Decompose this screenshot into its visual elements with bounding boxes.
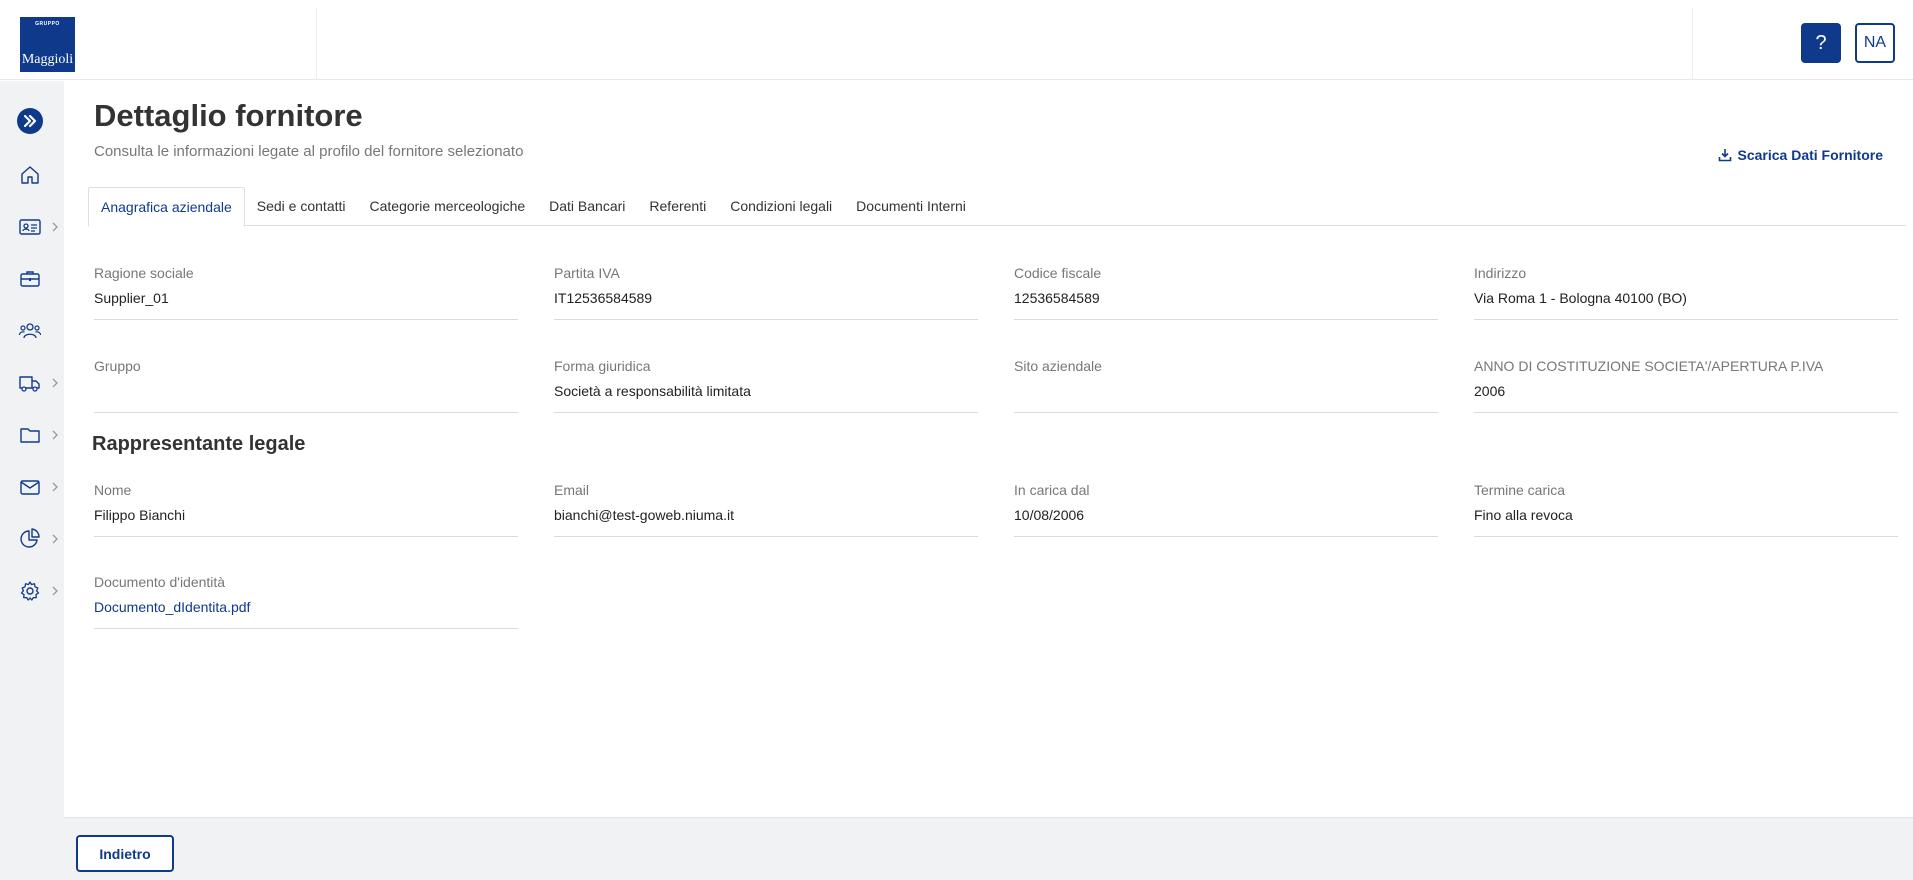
- logo-small-text: GRUPPO: [35, 21, 60, 27]
- tab-documenti-interni[interactable]: Documenti Interni: [844, 187, 978, 226]
- tab-dati-bancari[interactable]: Dati Bancari: [537, 187, 637, 226]
- sidebar-item-home[interactable]: [0, 155, 64, 195]
- field-value: Fino alla revoca: [1474, 507, 1573, 523]
- logo-big-text: Maggioli: [21, 52, 74, 67]
- chevron-right-icon: [52, 430, 58, 440]
- field-value: Filippo Bianchi: [94, 507, 186, 523]
- chevron-right-icon: [52, 222, 58, 232]
- sidebar-item-report[interactable]: [0, 519, 64, 559]
- sidebar: [0, 81, 64, 880]
- field-value: Supplier_01: [94, 290, 169, 306]
- id-card-icon: [19, 219, 41, 235]
- field-anno-costituzione: ANNO DI COSTITUZIONE SOCIETA'/APERTURA P…: [1474, 358, 1898, 413]
- field-label: Gruppo: [94, 358, 141, 374]
- header-divider: [316, 8, 317, 80]
- field-label: Indirizzo: [1474, 265, 1527, 281]
- field-nome: Nome Filippo Bianchi: [94, 482, 518, 537]
- pie-chart-icon: [20, 528, 40, 548]
- field-label: Termine carica: [1474, 482, 1566, 498]
- field-sito-aziendale: Sito aziendale: [1014, 358, 1438, 413]
- download-supplier-data-button[interactable]: Scarica Dati Fornitore: [1718, 147, 1884, 163]
- folder-icon: [20, 428, 40, 443]
- sidebar-item-anagrafica[interactable]: [0, 207, 64, 247]
- field-gruppo: Gruppo: [94, 358, 518, 413]
- maggioli-logo[interactable]: GRUPPO Maggioli: [20, 17, 75, 72]
- chevron-right-icon: [52, 534, 58, 544]
- field-label: Email: [554, 482, 590, 498]
- download-icon: [1718, 149, 1731, 162]
- mail-icon: [20, 480, 40, 495]
- field-label: Forma giuridica: [554, 358, 651, 374]
- briefcase-icon: [20, 271, 40, 287]
- field-value: 10/08/2006: [1014, 507, 1085, 523]
- page-title: Dettaglio fornitore: [94, 98, 363, 133]
- field-in-carica-dal: In carica dal 10/08/2006: [1014, 482, 1438, 537]
- field-value: bianchi@test-goweb.niuma.it: [554, 507, 734, 523]
- field-label: Sito aziendale: [1014, 358, 1102, 374]
- field-label: Codice fiscale: [1014, 265, 1102, 281]
- field-label: Partita IVA: [554, 265, 620, 281]
- field-value: Via Roma 1 - Bologna 40100 (BO): [1474, 290, 1687, 306]
- back-button[interactable]: Indietro: [76, 835, 174, 872]
- main-content: Dettaglio fornitore Consulta le informaz…: [64, 81, 1913, 817]
- field-label: ANNO DI COSTITUZIONE SOCIETA'/APERTURA P…: [1474, 358, 1824, 374]
- field-label: Nome: [94, 482, 132, 498]
- home-icon: [21, 166, 39, 184]
- field-value: Società a responsabilità limitata: [554, 383, 751, 399]
- page-subtitle: Consulta le informazioni legate al profi…: [94, 143, 524, 160]
- document-link[interactable]: Documento_dIdentita.pdf: [94, 599, 250, 615]
- field-value: 12536584589: [1014, 290, 1100, 306]
- sidebar-item-gare[interactable]: [0, 259, 64, 299]
- chevron-right-icon: [52, 586, 58, 596]
- sidebar-item-messaggi[interactable]: [0, 467, 64, 507]
- top-header: GRUPPO Maggioli ? NA: [0, 0, 1913, 80]
- chevron-right-icon: [52, 378, 58, 388]
- field-codice-fiscale: Codice fiscale 12536584589: [1014, 265, 1438, 320]
- sidebar-item-impostazioni[interactable]: [0, 571, 64, 611]
- section-title-rappresentante-legale: Rappresentante legale: [92, 433, 306, 455]
- header-divider: [1692, 8, 1693, 80]
- field-ragione-sociale: Ragione sociale Supplier_01: [94, 265, 518, 320]
- field-forma-giuridica: Forma giuridica Società a responsabilità…: [554, 358, 978, 413]
- chevron-right-icon: [52, 482, 58, 492]
- tab-referenti[interactable]: Referenti: [637, 187, 718, 226]
- sidebar-item-documenti[interactable]: [0, 415, 64, 455]
- field-termine-carica: Termine carica Fino alla revoca: [1474, 482, 1898, 537]
- tab-sedi-e-contatti[interactable]: Sedi e contatti: [245, 187, 358, 226]
- field-partita-iva: Partita IVA IT12536584589: [554, 265, 978, 320]
- double-chevron-right-icon: [23, 114, 37, 128]
- download-label: Scarica Dati Fornitore: [1737, 147, 1884, 163]
- footer-bar: Indietro: [64, 817, 1913, 880]
- sidebar-expand-button[interactable]: [17, 108, 43, 134]
- gear-icon: [20, 581, 40, 601]
- sidebar-item-utenti[interactable]: [0, 311, 64, 351]
- field-label: Ragione sociale: [94, 265, 194, 281]
- users-icon: [18, 323, 42, 339]
- user-avatar-button[interactable]: NA: [1855, 23, 1895, 63]
- truck-icon: [19, 376, 40, 392]
- field-label: Documento d'identità: [94, 574, 226, 590]
- tab-condizioni-legali[interactable]: Condizioni legali: [718, 187, 844, 226]
- field-label: In carica dal: [1014, 482, 1090, 498]
- field-value: 2006: [1474, 383, 1506, 399]
- field-email: Email bianchi@test-goweb.niuma.it: [554, 482, 978, 537]
- field-value: IT12536584589: [554, 290, 653, 306]
- field-documento-identita: Documento d'identità Documento_dIdentita…: [94, 574, 518, 629]
- tab-bar: Anagrafica aziendale Sedi e contatti Cat…: [88, 187, 1906, 227]
- tab-categorie-merceologiche[interactable]: Categorie merceologiche: [358, 187, 538, 226]
- field-indirizzo: Indirizzo Via Roma 1 - Bologna 40100 (BO…: [1474, 265, 1898, 320]
- sidebar-item-fornitori[interactable]: [0, 363, 64, 403]
- help-button[interactable]: ?: [1801, 23, 1841, 63]
- tab-anagrafica-aziendale[interactable]: Anagrafica aziendale: [88, 187, 245, 227]
